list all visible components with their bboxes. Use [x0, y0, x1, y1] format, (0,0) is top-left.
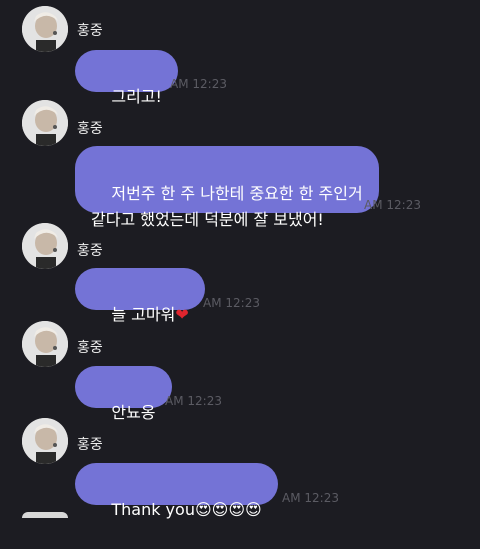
message-bubble[interactable]: 그리고! [75, 50, 178, 106]
message-time: AM 12:23 [170, 77, 227, 91]
avatar[interactable] [22, 418, 68, 464]
heart-emoji: ❤ [175, 305, 189, 324]
message-time: AM 12:23 [203, 296, 260, 310]
message-bubble[interactable]: 늘 고마워❤ [75, 268, 205, 324]
message-bubble[interactable]: 저번주 한 주 나한테 중요한 한 주인거 같다고 했었는데 덕분에 잘 보냈어… [75, 146, 379, 229]
avatar[interactable] [22, 100, 68, 146]
message-text: 저번주 한 주 나한테 중요한 한 주인거 같다고 했었는데 덕분에 잘 보냈어… [91, 184, 363, 229]
message-time: AM 12:23 [282, 491, 339, 505]
avatar[interactable] [22, 6, 68, 52]
heart-eyes-emoji: 😍😍😍😍 [194, 500, 262, 519]
avatar[interactable] [22, 321, 68, 367]
sender-name: 홍중 [77, 340, 103, 356]
message-text: 늘 고마워 [111, 305, 176, 324]
sender-name: 홍중 [77, 23, 103, 39]
message-text: 안뇨옹 [111, 403, 156, 422]
message-bubble[interactable]: 안뇨옹 [75, 366, 172, 422]
message-text: Thank you [111, 500, 195, 519]
sender-name: 홍중 [77, 437, 103, 453]
message-bubble[interactable]: Thank you😍😍😍😍 [75, 463, 278, 519]
message-time: AM 12:23 [364, 198, 421, 212]
avatar[interactable] [22, 512, 68, 518]
sender-name: 홍중 [77, 121, 103, 137]
message-text: 그리고! [111, 87, 162, 106]
avatar[interactable] [22, 223, 68, 269]
message-time: AM 12:23 [165, 394, 222, 408]
sender-name: 홍중 [77, 243, 103, 259]
